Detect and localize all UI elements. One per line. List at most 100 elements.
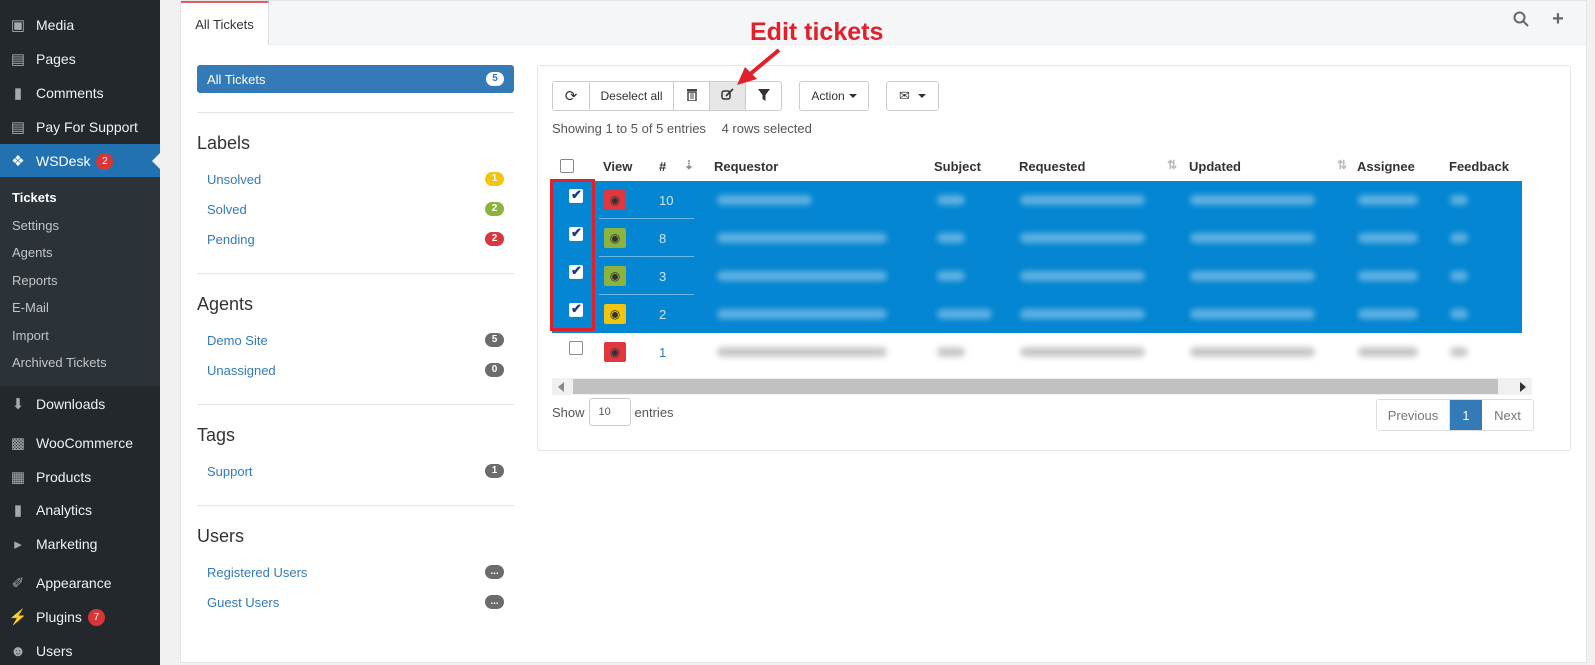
email-dropdown[interactable]: ✉ <box>886 81 939 111</box>
menu-media[interactable]: ▣ Media <box>0 8 160 42</box>
menu-pages[interactable]: ▤ Pages <box>0 42 160 76</box>
menu-appearance[interactable]: ✐ Appearance <box>0 566 160 600</box>
edit-icon <box>721 88 734 104</box>
redacted-text <box>717 195 812 205</box>
redacted-cell <box>1450 257 1468 295</box>
col-view[interactable]: View <box>603 151 632 181</box>
view-ticket-button[interactable]: ◉ <box>604 228 626 248</box>
row-checkbox[interactable] <box>569 329 583 367</box>
id-cell: 3 <box>659 257 666 295</box>
menu-users[interactable]: ☻ Users <box>0 634 160 665</box>
menu-comments[interactable]: ▮ Comments <box>0 76 160 110</box>
action-dropdown[interactable]: Action <box>799 81 869 111</box>
filter-unassigned-count: 0 <box>485 363 504 377</box>
col-feedback[interactable]: Feedback <box>1449 151 1509 181</box>
page-1-button[interactable]: 1 <box>1450 400 1482 430</box>
redacted-cell <box>937 333 965 371</box>
menu-plugins[interactable]: ⚡ Plugins 7 <box>0 600 160 634</box>
col-assignee[interactable]: Assignee <box>1357 151 1415 181</box>
col-updated[interactable]: Updated <box>1189 151 1241 181</box>
ticket-id-link[interactable]: 8 <box>659 231 666 246</box>
table-row[interactable]: ◉ 10 <box>552 181 1522 219</box>
redacted-cell <box>1190 295 1315 333</box>
redacted-text <box>717 271 887 281</box>
menu-marketing[interactable]: ▸ Marketing <box>0 527 160 561</box>
filter-demo-site[interactable]: Demo Site 5 <box>197 325 514 355</box>
col-subject[interactable]: Subject <box>934 151 981 181</box>
tickets-panel: All Tickets + All Tickets 5 Labels Unsol… <box>180 0 1587 663</box>
next-page-button[interactable]: Next <box>1482 400 1533 430</box>
submenu-reports[interactable]: Reports <box>0 267 160 295</box>
menu-pay-for-support[interactable]: ▤ Pay For Support <box>0 110 160 144</box>
tab-all-tickets[interactable]: All Tickets <box>181 1 269 45</box>
horizontal-scrollbar[interactable] <box>552 378 1532 395</box>
redacted-text <box>1020 309 1145 319</box>
filter-unassigned[interactable]: Unassigned 0 <box>197 355 514 385</box>
view-ticket-button[interactable]: ◉ <box>604 266 626 286</box>
redacted-text <box>1358 195 1418 205</box>
ticket-id-link[interactable]: 10 <box>659 193 673 208</box>
menu-marketing-label: Marketing <box>36 536 98 552</box>
menu-wsdesk[interactable]: ❖ WSDesk 2 <box>0 144 160 178</box>
id-cell: 1 <box>659 333 666 371</box>
menu-analytics-label: Analytics <box>36 502 93 518</box>
menu-downloads[interactable]: ⬇ Downloads <box>0 387 160 421</box>
submenu-agents[interactable]: Agents <box>0 239 160 267</box>
view-ticket-button[interactable]: ◉ <box>604 304 626 324</box>
ticket-id-link[interactable]: 2 <box>659 307 666 322</box>
filter-pending-count: 2 <box>485 232 504 246</box>
table-row[interactable]: ◉ 2 <box>552 295 1522 333</box>
checkbox[interactable] <box>569 341 583 355</box>
table-row[interactable]: ◉ 3 <box>552 257 1522 295</box>
view-ticket-button[interactable]: ◉ <box>604 342 626 362</box>
entries-length-input[interactable]: 10 <box>588 398 631 426</box>
filter-all-tickets[interactable]: All Tickets 5 <box>197 65 514 93</box>
submenu-archived-tickets[interactable]: Archived Tickets <box>0 349 160 377</box>
deselect-all-button[interactable]: Deselect all <box>589 81 674 111</box>
plus-icon[interactable]: + <box>1548 8 1568 30</box>
menu-products[interactable]: ▦ Products <box>0 460 160 494</box>
sort-desc-icon[interactable]: ⇣ <box>684 158 694 172</box>
checkbox[interactable] <box>560 159 574 173</box>
filter-support[interactable]: Support 1 <box>197 456 514 486</box>
filter-unsolved-count: 1 <box>485 172 504 186</box>
submenu-settings[interactable]: Settings <box>0 212 160 240</box>
submenu-import[interactable]: Import <box>0 322 160 350</box>
sort-icon[interactable]: ⇅ <box>1337 158 1347 172</box>
funnel-icon <box>757 88 770 104</box>
refresh-button[interactable]: ⟳ <box>552 81 590 111</box>
sort-icon[interactable]: ⇅ <box>1167 158 1177 172</box>
table-row[interactable]: ◉ 8 <box>552 219 1522 257</box>
view-ticket-button[interactable]: ◉ <box>604 190 626 210</box>
scroll-left-icon[interactable] <box>558 382 564 392</box>
scrollbar-thumb[interactable] <box>573 379 1498 394</box>
filter-pending[interactable]: Pending 2 <box>197 224 514 254</box>
filter-guest-users[interactable]: Guest Users ... <box>197 587 514 617</box>
filter-registered-users[interactable]: Registered Users ... <box>197 557 514 587</box>
tags-title: Tags <box>197 425 236 445</box>
col-requestor[interactable]: Requestor <box>714 151 778 181</box>
id-cell: 10 <box>659 181 673 219</box>
submenu-tickets[interactable]: Tickets <box>0 184 160 212</box>
filter-solved[interactable]: Solved 2 <box>197 194 514 224</box>
redacted-cell <box>1358 257 1418 295</box>
filter-unsolved[interactable]: Unsolved 1 <box>197 164 514 194</box>
scroll-right-icon[interactable] <box>1520 382 1526 392</box>
search-icon[interactable] <box>1511 9 1531 29</box>
redacted-text <box>1190 347 1315 357</box>
menu-users-label: Users <box>36 643 73 659</box>
filter-solved-label: Solved <box>207 201 247 217</box>
col-id[interactable]: # <box>659 151 666 181</box>
wp-admin-sidebar: ▣ Media ▤ Pages ▮ Comments ▤ Pay For Sup… <box>0 0 160 665</box>
menu-woocommerce[interactable]: ▩ WooCommerce <box>0 426 160 460</box>
envelope-icon: ✉ <box>899 88 910 103</box>
submenu-email[interactable]: E-Mail <box>0 294 160 322</box>
col-requested[interactable]: Requested <box>1019 151 1085 181</box>
previous-page-button[interactable]: Previous <box>1377 400 1450 430</box>
ticket-id-link[interactable]: 1 <box>659 345 666 360</box>
delete-button[interactable] <box>673 81 710 111</box>
table-row[interactable]: ◉ 1 <box>552 333 1522 371</box>
filter-guest-users-count: ... <box>485 595 504 609</box>
menu-analytics[interactable]: ▮ Analytics <box>0 493 160 527</box>
ticket-id-link[interactable]: 3 <box>659 269 666 284</box>
